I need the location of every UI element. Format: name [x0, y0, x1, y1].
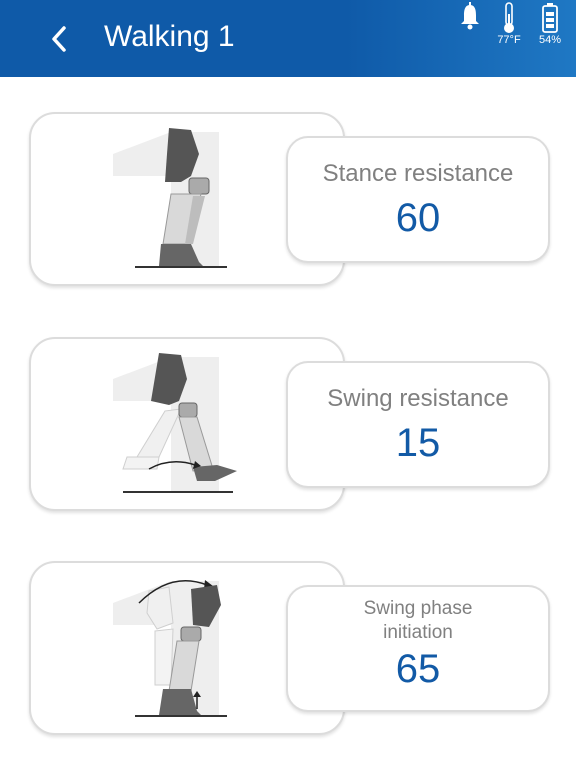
stance-resistance-label: Stance resistance — [322, 160, 514, 187]
swing-resistance-card[interactable]: Swing resistance 15 — [286, 361, 550, 488]
battery-value: 54% — [538, 34, 562, 46]
stance-resistance-card[interactable]: Stance resistance 60 — [286, 136, 550, 263]
bell-icon — [461, 2, 479, 30]
swing-phase-initiation-label: Swing phase initiation — [288, 597, 548, 645]
stance-resistance-value: 60 — [395, 196, 441, 240]
temperature-value: 77°F — [497, 34, 521, 46]
swing-phase-initiation-card[interactable]: Swing phase initiation 65 — [286, 585, 550, 712]
back-button[interactable] — [40, 18, 80, 60]
notification-status[interactable] — [456, 2, 484, 50]
thermometer-icon — [504, 2, 514, 33]
page-title: Walking 1 — [104, 20, 235, 53]
chevron-left-icon — [52, 26, 66, 52]
battery-status: 54% — [534, 2, 566, 50]
swing-resistance-value: 15 — [395, 421, 441, 465]
swing-phase-label-line1: Swing phase — [363, 598, 473, 619]
app-header: Walking 1 77°F 54% — [0, 0, 576, 77]
temperature-status: 77°F — [494, 2, 524, 50]
swing-resistance-label: Swing resistance — [327, 385, 509, 412]
swing-phase-label-line2: initiation — [383, 622, 453, 643]
swing-phase-initiation-value: 65 — [395, 647, 441, 691]
battery-icon — [542, 3, 558, 33]
